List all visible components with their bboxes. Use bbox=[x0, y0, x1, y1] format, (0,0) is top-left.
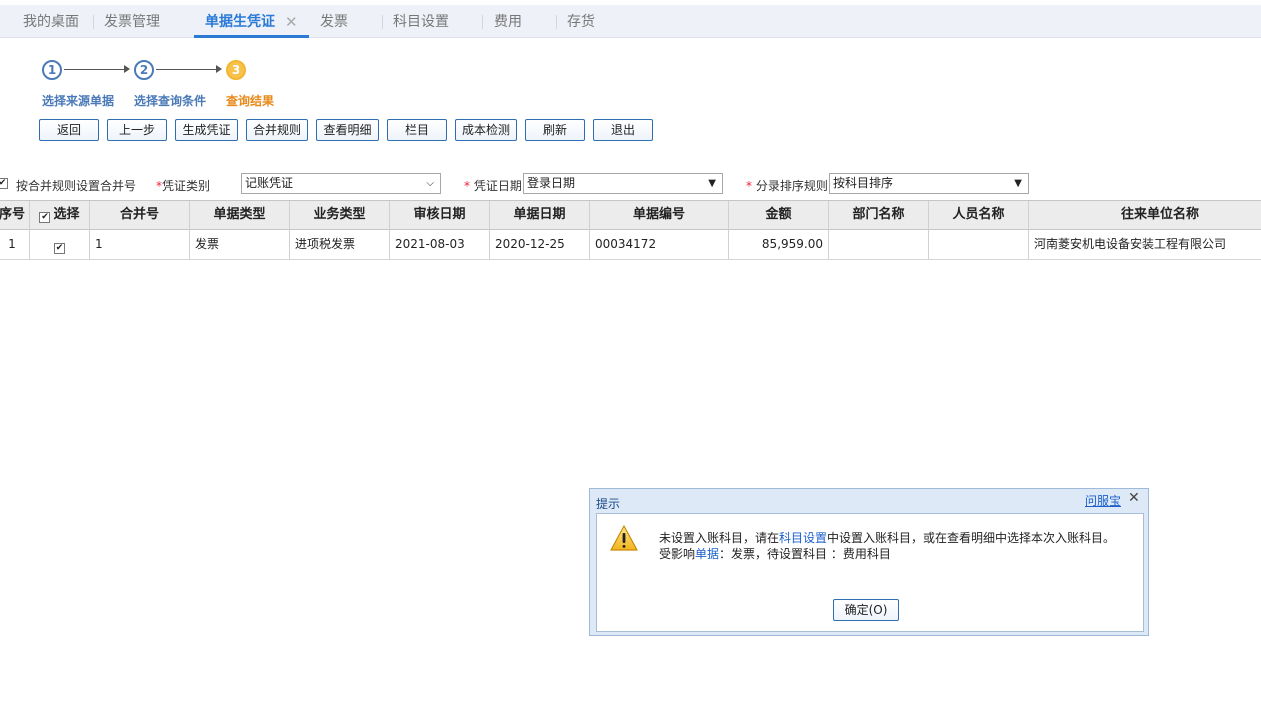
cell-dept bbox=[829, 230, 929, 259]
prev-step-button[interactable]: 上一步 bbox=[107, 119, 167, 141]
voucher-date-text: 凭证日期 bbox=[473, 179, 522, 193]
voucher-type-label: *凭证类别 bbox=[156, 177, 210, 194]
col-select[interactable]: ✔ 选择 bbox=[30, 201, 90, 230]
back-button[interactable]: 返回 bbox=[39, 119, 99, 141]
tab-account-settings[interactable]: 科目设置 bbox=[393, 5, 449, 38]
tab-close-icon[interactable]: ✕ bbox=[285, 5, 298, 39]
close-icon[interactable]: ✕ bbox=[1128, 490, 1140, 506]
col-select-label: 选择 bbox=[53, 207, 80, 222]
tab-doc-to-voucher[interactable]: 单据生凭证 bbox=[205, 5, 275, 38]
col-biz-type[interactable]: 业务类型 bbox=[290, 201, 390, 230]
col-partner[interactable]: 往来单位名称 bbox=[1029, 201, 1261, 230]
message-line-1: 未设置入账科目，请在科目设置中设置入账科目，或在查看明细中选择本次入账科目。 bbox=[659, 529, 1115, 546]
tab-invoice-management[interactable]: 发票管理 bbox=[104, 5, 160, 38]
sort-rule-text: 分录排序规则 bbox=[755, 179, 828, 193]
voucher-type-text: 凭证类别 bbox=[162, 179, 211, 193]
step-label-query-result: 查询结果 bbox=[226, 94, 275, 108]
dialog-body: 未设置入账科目，请在科目设置中设置入账科目，或在查看明细中选择本次入账科目。 受… bbox=[596, 513, 1144, 632]
message-text: 未设置入账科目，请在 bbox=[659, 531, 780, 545]
generate-voucher-button[interactable]: 生成凭证 bbox=[175, 119, 238, 141]
step-1-icon: 1 bbox=[42, 60, 62, 80]
merge-checkbox-label: 按合并规则设置合并号 bbox=[16, 179, 137, 193]
col-merge-no[interactable]: 合并号 bbox=[90, 201, 190, 230]
tab-separator bbox=[382, 15, 383, 29]
ok-button[interactable]: 确定(O) bbox=[833, 599, 899, 621]
col-audit-date[interactable]: 审核日期 bbox=[390, 201, 490, 230]
tab-expense[interactable]: 费用 bbox=[494, 5, 522, 38]
select-all-checkbox[interactable]: ✔ bbox=[39, 212, 51, 223]
merge-rules-button[interactable]: 合并规则 bbox=[246, 119, 308, 141]
table-header: 序号 ✔ 选择 合并号 单据类型 业务类型 审核日期 单据日期 单据编号 金额 部… bbox=[0, 200, 1261, 230]
step-label-query-conditions[interactable]: 选择查询条件 bbox=[134, 92, 206, 109]
required-mark: * bbox=[746, 179, 752, 193]
col-doc-date[interactable]: 单据日期 bbox=[490, 201, 590, 230]
cell-merge-no[interactable]: 1 bbox=[90, 230, 190, 259]
message-text: 受影响 bbox=[659, 547, 696, 561]
cell-doc-type: 发票 bbox=[190, 230, 290, 259]
voucher-date-value: 登录日期 bbox=[527, 176, 576, 190]
columns-button[interactable]: 栏目 bbox=[387, 119, 447, 141]
tab-inventory[interactable]: 存货 bbox=[567, 5, 595, 38]
tab-invoice[interactable]: 发票 bbox=[320, 5, 348, 38]
tab-separator bbox=[482, 15, 483, 29]
account-settings-link[interactable]: 科目设置 bbox=[779, 531, 827, 545]
voucher-type-value: 记账凭证 bbox=[245, 176, 294, 190]
required-mark: * bbox=[464, 179, 470, 193]
cell-select[interactable]: ✔ bbox=[30, 230, 90, 259]
refresh-button[interactable]: 刷新 bbox=[525, 119, 585, 141]
message-text: 中设置入账科目，或在查看明细中选择本次入账科目。 bbox=[827, 531, 1116, 545]
row-select-checkbox[interactable]: ✔ bbox=[54, 243, 65, 254]
arrow-right-icon bbox=[216, 65, 222, 73]
tab-bar: 我的桌面 发票管理 单据生凭证 ✕ 发票 科目设置 费用 存货 bbox=[0, 5, 1261, 38]
sort-rule-value: 按科目排序 bbox=[833, 176, 894, 190]
cell-audit-date: 2021-08-03 bbox=[390, 230, 490, 259]
tab-separator bbox=[93, 15, 94, 29]
merge-checkbox[interactable]: ✔ bbox=[0, 178, 8, 189]
cell-doc-no: 00034172 bbox=[590, 230, 729, 259]
chevron-down-icon: ⌵ bbox=[426, 178, 434, 189]
cell-person bbox=[929, 230, 1029, 259]
col-person[interactable]: 人员名称 bbox=[929, 201, 1029, 230]
active-tab-indicator bbox=[194, 35, 309, 38]
cost-check-button[interactable]: 成本检测 bbox=[455, 119, 517, 141]
cell-partner: 河南菱安机电设备安装工程有限公司 bbox=[1034, 237, 1227, 251]
dialog-title: 提示 bbox=[596, 497, 621, 511]
cell-doc-date: 2020-12-25 bbox=[490, 230, 590, 259]
voucher-date-label: * 凭证日期 bbox=[464, 177, 522, 194]
col-amount[interactable]: 金额 bbox=[729, 201, 829, 230]
step-3-icon: 3 bbox=[226, 60, 246, 80]
step-connector bbox=[156, 69, 218, 70]
voucher-type-select[interactable]: 记账凭证 ⌵ bbox=[241, 173, 441, 194]
documents-link[interactable]: 单据 bbox=[695, 547, 719, 561]
voucher-date-select[interactable]: 登录日期 ▼ bbox=[523, 173, 723, 194]
dropdown-arrow-icon: ▼ bbox=[1014, 178, 1022, 189]
tab-separator bbox=[556, 15, 557, 29]
message-text: ：发票，待设置科目 ：费用科目 bbox=[719, 547, 891, 561]
tab-my-desktop[interactable]: 我的桌面 bbox=[23, 5, 79, 38]
sort-rule-select[interactable]: 按科目排序 ▼ bbox=[829, 173, 1029, 194]
dropdown-arrow-icon: ▼ bbox=[708, 178, 716, 189]
app-root: 我的桌面 发票管理 单据生凭证 ✕ 发票 科目设置 费用 存货 1 2 3 选择… bbox=[0, 0, 1261, 707]
step-connector bbox=[64, 69, 126, 70]
cell-amount: 85,959.00 bbox=[729, 230, 829, 259]
sort-rule-label: * 分录排序规则 bbox=[746, 177, 828, 194]
exit-button[interactable]: 退出 bbox=[593, 119, 653, 141]
cell-seq: 1 bbox=[0, 230, 30, 259]
step-2-icon: 2 bbox=[134, 60, 154, 80]
warning-icon bbox=[610, 525, 638, 551]
message-line-2: 受影响单据：发票，待设置科目 ：费用科目 bbox=[659, 545, 891, 562]
step-label-select-source[interactable]: 选择来源单据 bbox=[42, 92, 114, 109]
alert-dialog: 提示 问服宝 ✕ 未设置入账科目，请在科目设置中设置入账科目，或在查看明细中选择… bbox=[589, 488, 1149, 636]
col-dept[interactable]: 部门名称 bbox=[829, 201, 929, 230]
help-link[interactable]: 问服宝 bbox=[1085, 492, 1121, 509]
table-row[interactable]: 1 ✔ 1 发票 进项税发票 2021-08-03 2020-12-25 000… bbox=[0, 230, 1261, 260]
arrow-right-icon bbox=[124, 65, 130, 73]
cell-biz-type: 进项税发票 bbox=[290, 230, 390, 259]
view-detail-button[interactable]: 查看明细 bbox=[316, 119, 379, 141]
col-doc-type[interactable]: 单据类型 bbox=[190, 201, 290, 230]
col-doc-no[interactable]: 单据编号 bbox=[590, 201, 729, 230]
col-seq: 序号 bbox=[0, 201, 30, 230]
